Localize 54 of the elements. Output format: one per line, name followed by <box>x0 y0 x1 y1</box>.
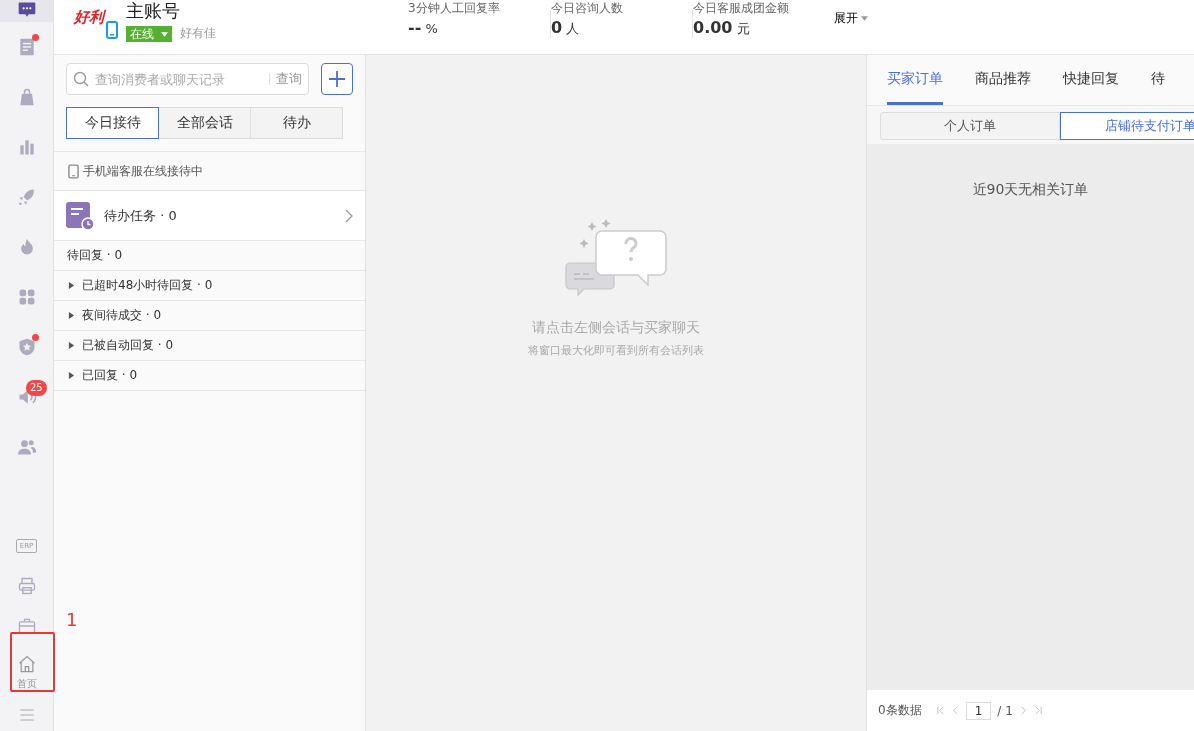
account-title: 主账号 <box>126 1 181 21</box>
previous-page-icon[interactable] <box>950 706 960 715</box>
users-icon <box>16 437 37 457</box>
highlight-frame <box>10 632 55 692</box>
caret-icon <box>861 16 868 21</box>
next-page-icon[interactable] <box>1018 706 1028 715</box>
plus-icon <box>327 69 347 89</box>
account-name: 好有佳 <box>179 25 216 42</box>
search-icon <box>73 71 89 87</box>
stat-value: 0.00 元 <box>693 18 751 38</box>
order-tab[interactable]: 快捷回复 <box>1063 55 1119 105</box>
conversation-tab[interactable]: 今日接待 <box>66 107 159 139</box>
empty-state-hint: 将窗口最大化即可看到所有会话列表 <box>528 343 704 358</box>
stat-label: 今日客服成团金额 <box>693 1 790 15</box>
phone-icon <box>68 163 79 179</box>
order-tab[interactable]: 待 <box>1151 55 1165 105</box>
stat-value: -- % <box>408 18 439 37</box>
page-total: / 1 <box>997 703 1013 718</box>
printer-icon[interactable] <box>16 576 37 596</box>
empty-state-title: 请点击左侧会话与买家聊天 <box>532 319 700 337</box>
mobile-notice: 手机端客服在线接待中 <box>83 162 203 180</box>
record-count: 0条数据 <box>878 702 922 719</box>
last-page-icon[interactable] <box>1033 706 1043 715</box>
home-label: 首页 <box>16 677 37 691</box>
phone-icon <box>106 21 118 39</box>
stat-value: 0 人 <box>551 18 581 38</box>
sidebar-item[interactable] <box>0 0 53 22</box>
add-button[interactable] <box>321 63 353 95</box>
conversation-group[interactable]: 夜间待成交 · 0 <box>54 301 365 331</box>
shop-logo: 好利 <box>74 8 104 27</box>
expand-button[interactable]: 展开 <box>834 10 868 27</box>
stat-label: 今日咨询人数 <box>551 1 624 15</box>
task-label: 待办任务 · 0 <box>104 206 178 225</box>
conversation-group[interactable]: 已超时48小时待回复 · 0 <box>54 271 365 301</box>
conversation-group[interactable]: 已被自动回复 · 0 <box>54 331 365 361</box>
conversation-group[interactable]: 已回复 · 0 <box>54 361 365 391</box>
chevron-right-icon <box>345 208 353 223</box>
order-type-tab[interactable]: 个人订单 <box>880 112 1060 140</box>
home-icon <box>16 654 37 674</box>
first-page-icon[interactable] <box>935 706 945 715</box>
sidebar-item[interactable]: 25 <box>0 372 53 422</box>
conversation-tab[interactable]: 全部会话 <box>158 107 251 139</box>
group-heading: 待回复 · 0 <box>67 247 123 264</box>
empty-orders-message: 近90天无相关订单 <box>972 181 1089 199</box>
todo-task-row[interactable]: 待办任务 · 0 <box>54 191 365 241</box>
page-input[interactable]: 1 <box>965 701 992 720</box>
notification-count: 25 <box>26 380 47 396</box>
rocket-icon <box>16 187 37 207</box>
conversation-tab[interactable]: 待办 <box>250 107 343 139</box>
annotation-number: 1 <box>66 609 78 630</box>
caret-icon <box>160 31 168 37</box>
stat-label: 3分钟人工回复率 <box>408 1 501 15</box>
order-tab[interactable]: 商品推荐 <box>975 55 1031 105</box>
task-clock-icon <box>66 201 94 230</box>
